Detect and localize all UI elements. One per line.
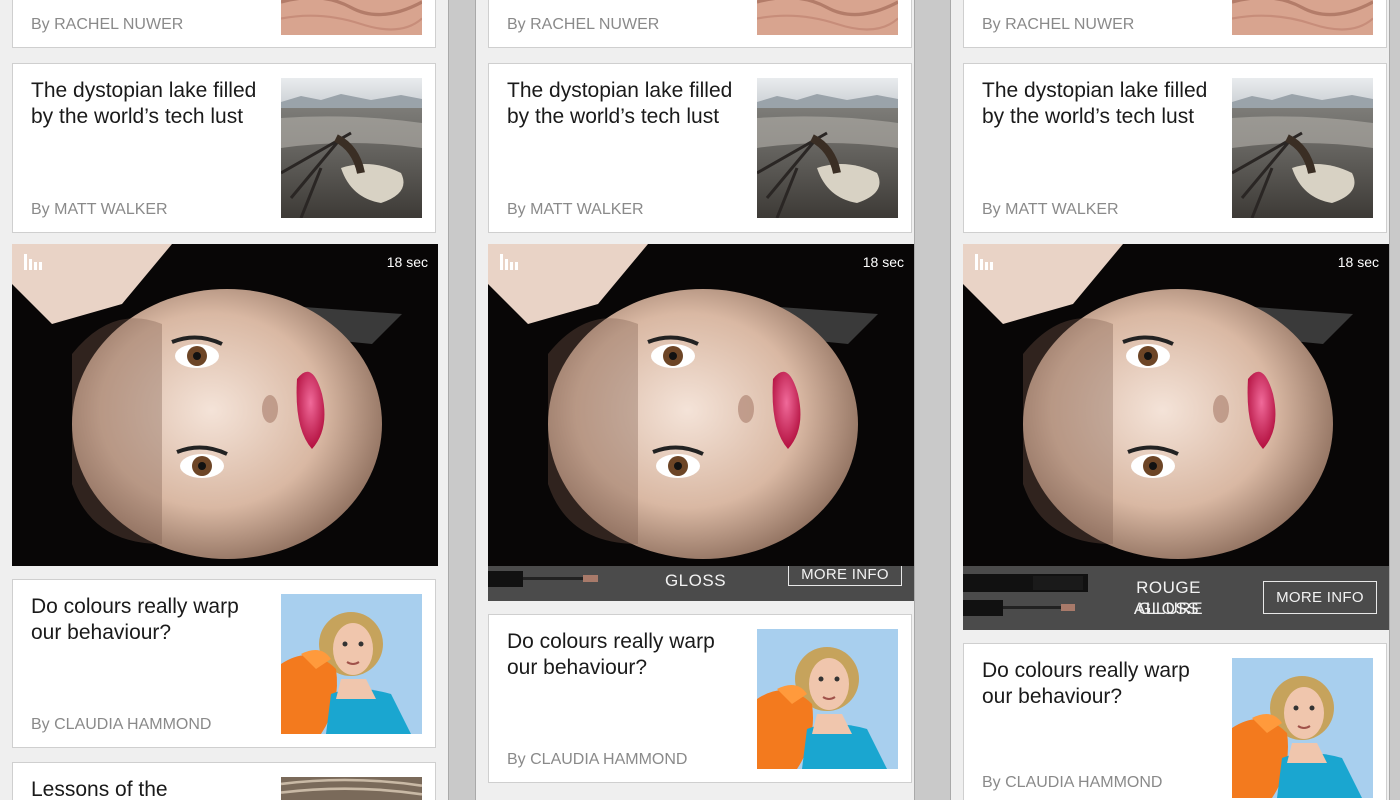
ad-timer: 18 sec [1337, 254, 1379, 270]
ad-timer: 18 sec [386, 254, 428, 270]
article-thumbnail[interactable] [281, 0, 422, 35]
feed-column-3[interactable]: By RACHEL NUWER The dystopian lake fille… [950, 0, 1390, 800]
article-card-colours[interactable]: Do colours really warp our behaviour? By… [488, 614, 912, 783]
feed-column-2[interactable]: By RACHEL NUWER The dystopian lake fille… [475, 0, 915, 800]
ad-banner-product: GLOSS [664, 571, 727, 590]
article-card-rachel-nuwer[interactable]: By RACHEL NUWER [12, 0, 436, 48]
article-byline: By RACHEL NUWER [507, 16, 660, 33]
ad-banner[interactable]: ROUGE ALLURE GLOSS MORE INFO [963, 566, 1389, 630]
article-thumbnail[interactable] [281, 78, 422, 218]
article-byline: By CLAUDIA HAMMOND [31, 716, 212, 733]
article-card-lessons[interactable]: Lessons of the [12, 762, 436, 800]
article-card-colours[interactable]: Do colours really warp our behaviour? By… [963, 643, 1387, 800]
signal-bars-icon [975, 254, 993, 270]
article-title[interactable]: The dystopian lake filled by the world’s… [31, 78, 259, 130]
article-byline: By MATT WALKER [982, 201, 1119, 218]
video-ad[interactable]: 18 sec [488, 244, 914, 566]
more-info-button[interactable]: MORE INFO [788, 566, 902, 586]
video-ad[interactable]: 18 sec [12, 244, 438, 566]
article-thumbnail[interactable] [1232, 78, 1373, 218]
article-card-dystopian-lake[interactable]: The dystopian lake filled by the world’s… [488, 63, 912, 233]
article-card-colours[interactable]: Do colours really warp our behaviour? By… [12, 579, 436, 748]
article-title[interactable]: Do colours really warp our behaviour? [982, 658, 1210, 710]
ad-photo[interactable] [488, 244, 914, 566]
article-byline: By CLAUDIA HAMMOND [507, 751, 688, 768]
ad-timer: 18 sec [862, 254, 904, 270]
article-byline: By RACHEL NUWER [31, 16, 184, 33]
article-card-rachel-nuwer[interactable]: By RACHEL NUWER [963, 0, 1387, 48]
article-thumbnail[interactable] [757, 629, 898, 769]
article-title[interactable]: Do colours really warp our behaviour? [31, 594, 259, 646]
ad-banner-product: GLOSS [1137, 599, 1200, 618]
article-thumbnail[interactable] [1232, 0, 1373, 35]
article-thumbnail[interactable] [1232, 658, 1373, 798]
ad-banner[interactable]: GLOSS MORE INFO [488, 566, 914, 601]
signal-bars-icon [24, 254, 42, 270]
article-thumbnail[interactable] [281, 777, 422, 800]
article-card-dystopian-lake[interactable]: The dystopian lake filled by the world’s… [963, 63, 1387, 233]
article-byline: By MATT WALKER [507, 201, 644, 218]
ad-photo[interactable] [963, 244, 1389, 566]
article-thumbnail[interactable] [281, 594, 422, 734]
ad-photo[interactable] [12, 244, 438, 566]
article-title[interactable]: Do colours really warp our behaviour? [507, 629, 735, 681]
article-card-dystopian-lake[interactable]: The dystopian lake filled by the world’s… [12, 63, 436, 233]
article-title[interactable]: Lessons of the [31, 777, 259, 800]
feed-column-1[interactable]: By RACHEL NUWER The dystopian lake fille… [0, 0, 449, 800]
article-title[interactable]: The dystopian lake filled by the world’s… [982, 78, 1210, 130]
more-info-button[interactable]: MORE INFO [1263, 581, 1377, 614]
lipstick-icon [488, 571, 598, 587]
lipstick-icon [963, 574, 1088, 616]
article-byline: By RACHEL NUWER [982, 16, 1135, 33]
article-byline: By CLAUDIA HAMMOND [982, 774, 1163, 791]
article-card-rachel-nuwer[interactable]: By RACHEL NUWER [488, 0, 912, 48]
article-thumbnail[interactable] [757, 78, 898, 218]
article-byline: By MATT WALKER [31, 201, 168, 218]
article-thumbnail[interactable] [757, 0, 898, 35]
video-ad[interactable]: 18 sec [963, 244, 1389, 566]
article-title[interactable]: The dystopian lake filled by the world’s… [507, 78, 735, 130]
signal-bars-icon [500, 254, 518, 270]
